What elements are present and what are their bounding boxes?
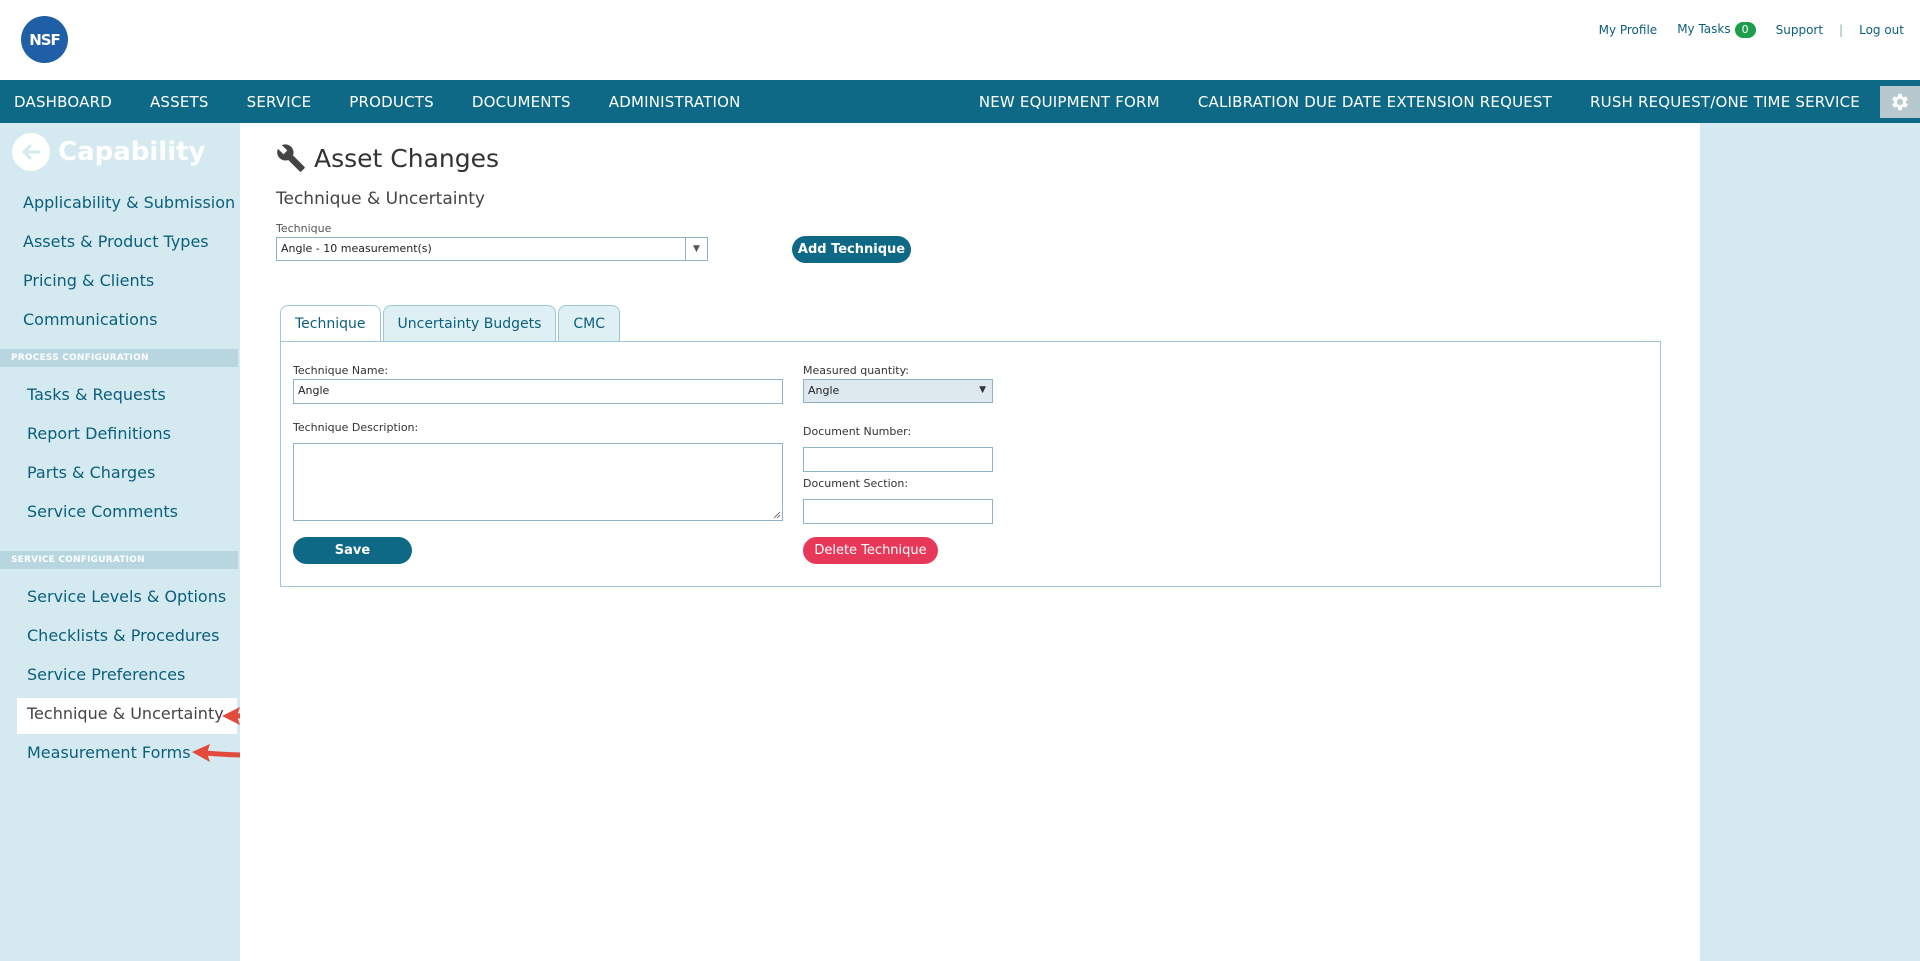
sidebar-item-service-preferences[interactable]: Service Preferences [27,665,185,684]
nav-assets[interactable]: ASSETS [150,93,209,111]
right-side-panel [1700,123,1920,961]
section-service-configuration: SERVICE CONFIGURATION [0,551,238,569]
technique-tabs: Technique Uncertainty Budgets CMC [280,305,622,342]
support-link[interactable]: Support [1776,23,1823,37]
sidebar-item-checklists[interactable]: Checklists & Procedures [27,626,219,645]
back-arrow-icon[interactable] [12,133,50,171]
save-button[interactable]: Save [293,537,412,564]
sidebar-item-applicability[interactable]: Applicability & Submission [23,193,235,212]
sidebar-item-parts-charges[interactable]: Parts & Charges [27,463,155,482]
measured-quantity-select[interactable]: Angle ▼ [803,379,993,403]
technique-name-label: Technique Name: [293,364,389,377]
sidebar-item-service-levels[interactable]: Service Levels & Options [27,587,226,606]
document-number-label: Document Number: [803,425,912,438]
nav-documents[interactable]: DOCUMENTS [472,93,571,111]
sidebar-item-assets-product-types[interactable]: Assets & Product Types [23,232,209,251]
tab-cmc[interactable]: CMC [558,305,621,341]
nav-service[interactable]: SERVICE [247,93,312,111]
nav-administration[interactable]: ADMINISTRATION [609,93,741,111]
tab-technique[interactable]: Technique [280,305,381,342]
measured-quantity-value: Angle [808,384,840,397]
capability-sidebar: Capability Applicability & Submission As… [0,123,240,961]
main-content: Asset Changes Technique & Uncertainty Te… [240,123,1700,961]
section-process-configuration: PROCESS CONFIGURATION [0,349,238,367]
measured-quantity-label: Measured quantity: [803,364,909,377]
nav-products[interactable]: PRODUCTS [349,93,434,111]
delete-technique-button[interactable]: Delete Technique [803,537,938,564]
technique-description-label: Technique Description: [293,421,419,434]
document-section-label: Document Section: [803,477,909,490]
main-nav: DASHBOARD ASSETS SERVICE PRODUCTS DOCUME… [0,80,1920,123]
sidebar-item-tasks-requests[interactable]: Tasks & Requests [27,385,166,404]
my-tasks-label: My Tasks [1677,22,1731,36]
technique-select-value: Angle - 10 measurement(s) [281,242,432,255]
sidebar-item-measurement-forms[interactable]: Measurement Forms [27,743,191,762]
add-technique-button[interactable]: Add Technique [792,236,911,263]
tab-uncertainty-budgets[interactable]: Uncertainty Budgets [382,305,557,341]
page-title-text: Asset Changes [314,143,500,173]
nav-new-equipment-form[interactable]: NEW EQUIPMENT FORM [979,93,1160,111]
gear-icon [1892,93,1908,111]
log-out-link[interactable]: Log out [1859,23,1904,37]
chevron-down-icon: ▼ [685,238,707,260]
sidebar-item-pricing-clients[interactable]: Pricing & Clients [23,271,154,290]
sidebar-item-report-definitions[interactable]: Report Definitions [27,424,171,443]
technique-label: Technique [276,222,332,235]
my-tasks-link[interactable]: My Tasks 0 [1677,22,1756,38]
link-separator: | [1839,23,1844,37]
chevron-down-icon: ▼ [979,385,986,395]
nav-rush-request[interactable]: RUSH REQUEST/ONE TIME SERVICE [1590,93,1860,111]
page-title: Asset Changes [276,143,499,173]
top-links: My Profile My Tasks 0 Support | Log out [1599,22,1904,38]
sidebar-item-communications[interactable]: Communications [23,310,157,329]
technique-tab-panel: Technique Name: Angle Technique Descript… [280,341,1661,587]
document-number-field[interactable] [803,447,993,472]
nav-dashboard[interactable]: DASHBOARD [14,93,112,111]
technique-description-textarea[interactable] [293,443,783,521]
nsf-logo[interactable]: NSF [21,16,68,63]
technique-select[interactable]: Angle - 10 measurement(s) ▼ [276,237,708,261]
sidebar-item-service-comments[interactable]: Service Comments [27,502,178,521]
settings-button[interactable] [1880,86,1920,118]
page-subtitle: Technique & Uncertainty [276,189,485,209]
top-header: NSF My Profile My Tasks 0 Support | Log o… [0,0,1920,80]
sidebar-header: Capability [12,133,206,171]
technique-name-field[interactable]: Angle [293,379,783,404]
sidebar-title: Capability [58,137,206,167]
resize-grip-icon[interactable] [773,511,781,519]
sidebar-item-technique-uncertainty[interactable]: Technique & Uncertainty [27,704,224,723]
wrench-icon [277,144,305,172]
nav-calibration-extension[interactable]: CALIBRATION DUE DATE EXTENSION REQUEST [1198,93,1552,111]
my-profile-link[interactable]: My Profile [1599,23,1658,37]
tasks-count-badge: 0 [1734,22,1756,38]
document-section-field[interactable] [803,499,993,524]
